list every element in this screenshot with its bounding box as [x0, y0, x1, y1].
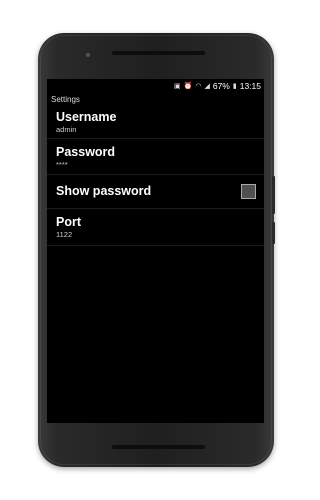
clock: 13:15 — [239, 81, 261, 91]
battery-icon: ▮ — [232, 83, 237, 90]
pref-password[interactable]: Password **** — [47, 139, 264, 175]
status-bar: ▣ ⏰ ◠ ◢ 67% ▮ 13:15 — [47, 79, 264, 93]
pref-password-summary: **** — [56, 159, 68, 169]
signal-icon: ◢ — [204, 83, 210, 90]
power-button — [272, 176, 275, 214]
pref-username-summary: admin — [56, 124, 77, 134]
pref-username-title: Username — [56, 109, 117, 124]
bottom-speaker — [112, 445, 205, 449]
pref-port-summary: 1122 — [56, 230, 73, 239]
battery-percent: 67% — [212, 81, 230, 91]
top-speaker — [112, 51, 205, 55]
pref-username[interactable]: Username admin — [47, 105, 264, 139]
wifi-icon: ◠ — [195, 83, 202, 90]
pref-port[interactable]: Port 1122 — [47, 209, 264, 246]
nfc-icon: ▣ — [174, 83, 181, 90]
pref-show-password[interactable]: Show password — [47, 175, 264, 209]
alarm-icon: ⏰ — [183, 83, 193, 90]
pref-password-title: Password — [56, 144, 116, 159]
pref-show-password-title: Show password — [56, 184, 152, 198]
app-bar: Settings — [47, 93, 264, 105]
screen: ▣ ⏰ ◠ ◢ 67% ▮ 13:15 Settings Username ad… — [47, 79, 264, 423]
pref-port-title: Port — [56, 215, 81, 229]
show-password-checkbox[interactable] — [241, 184, 256, 199]
page-title: Settings — [51, 94, 80, 104]
front-camera — [86, 53, 90, 57]
volume-button — [272, 222, 275, 244]
